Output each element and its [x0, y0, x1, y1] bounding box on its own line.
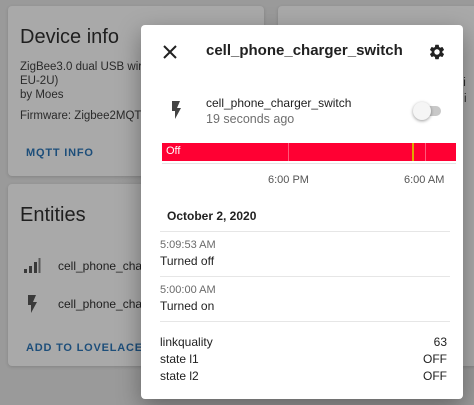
entity-toggle[interactable]: [413, 101, 443, 121]
logbook-entry-time: 5:00:00 AM: [160, 284, 216, 296]
entity-label: cell_phone_charg: [58, 297, 153, 311]
timeline-on-segment: [412, 143, 414, 161]
entity-state-row: cell_phone_charger_switch 19 seconds ago: [141, 91, 463, 131]
toggle-thumb: [413, 102, 431, 120]
dialog-title: cell_phone_charger_switch: [206, 42, 403, 59]
history-timeline-bar[interactable]: Off: [162, 143, 456, 161]
divider: [160, 276, 450, 277]
entity-row-linkquality[interactable]: cell_phone_charg: [20, 252, 153, 280]
dialog-header: cell_phone_charger_switch: [141, 25, 463, 77]
device-firmware: Firmware: Zigbee2MQTT: [20, 110, 149, 122]
device-manufacturer: by Moes: [20, 89, 64, 101]
settings-button[interactable]: [425, 40, 449, 64]
attribute-key: state l2: [160, 369, 199, 383]
divider: [160, 321, 450, 322]
logbook-entry-message: Turned on: [160, 299, 215, 313]
timeline-axis: [162, 163, 456, 164]
flash-icon: [172, 101, 181, 119]
logbook-entry-time: 5:09:53 AM: [160, 239, 216, 251]
timeline-tick: 6:00 PM: [268, 174, 309, 186]
close-button[interactable]: [158, 40, 182, 64]
device-model-line2: EU-2U): [20, 75, 59, 87]
device-info-title: Device info: [20, 26, 119, 48]
side-card-text: i: [464, 93, 467, 105]
gear-icon: [429, 44, 445, 60]
attribute-value: 63: [433, 335, 447, 349]
timeline-gridline: [288, 143, 289, 161]
device-model-line1: ZigBee3.0 dual USB wire: [20, 61, 149, 73]
last-changed: 19 seconds ago: [206, 112, 295, 126]
more-info-dialog: cell_phone_charger_switch cell_phone_cha…: [141, 25, 463, 399]
signal-icon: [20, 256, 44, 276]
timeline-tick: 6:00 AM: [404, 174, 445, 186]
timeline-state-label: Off: [166, 145, 181, 157]
timeline-gridline: [425, 143, 426, 161]
flash-icon: [20, 294, 44, 314]
attribute-value: OFF: [423, 352, 447, 366]
close-icon: [163, 45, 177, 59]
logbook-date: October 2, 2020: [167, 209, 257, 223]
logbook-entry-message: Turned off: [160, 254, 215, 268]
mqtt-info-link[interactable]: MQTT INFO: [26, 147, 94, 159]
entity-row-switch[interactable]: cell_phone_charg: [20, 290, 153, 318]
attribute-key: linkquality: [160, 335, 213, 349]
divider: [160, 231, 450, 232]
attribute-row: linkquality 63: [160, 335, 447, 351]
entities-title: Entities: [20, 204, 86, 226]
entity-name: cell_phone_charger_switch: [206, 96, 352, 110]
entity-label: cell_phone_charg: [58, 259, 153, 273]
attribute-row: state l2 OFF: [160, 369, 447, 385]
attribute-row: state l1 OFF: [160, 352, 447, 368]
attribute-key: state l1: [160, 352, 199, 366]
add-to-lovelace-link[interactable]: ADD TO LOVELACE: [26, 342, 143, 354]
attribute-value: OFF: [423, 369, 447, 383]
